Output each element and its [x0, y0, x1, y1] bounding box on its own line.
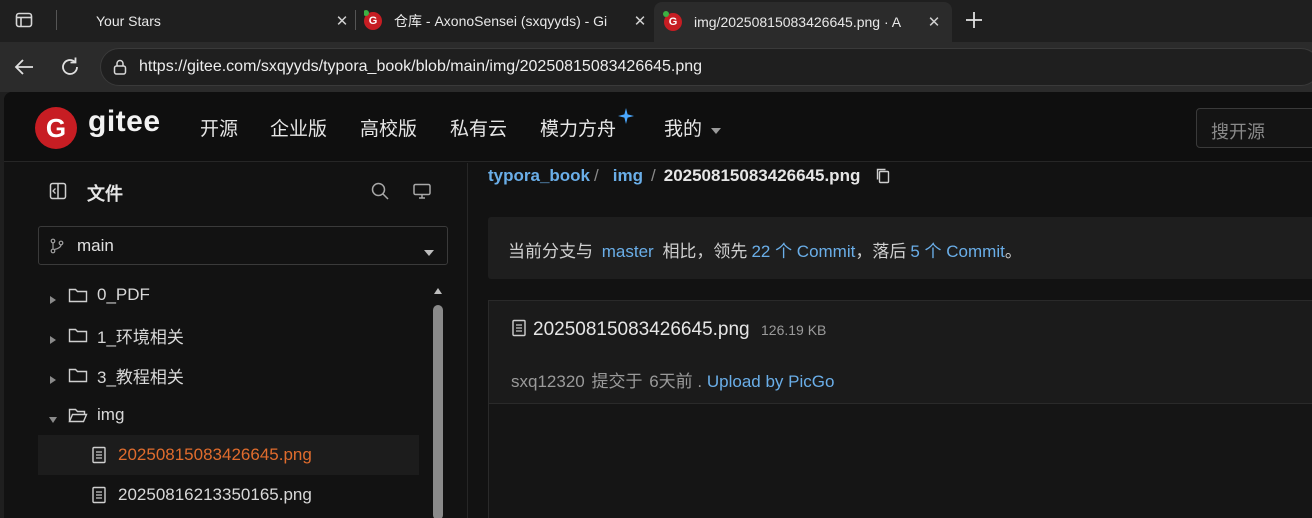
gitee-favicon-icon: G	[364, 10, 382, 30]
breadcrumb-sep: /	[594, 166, 599, 185]
tab-actions-icon[interactable]	[14, 10, 34, 30]
notice-ahead-link[interactable]: 22 个 Commit	[751, 242, 855, 261]
file-sidebar: 文件 main 0_PDF 1_环境相关 3_教程相关 img 20250815…	[4, 163, 468, 518]
branch-compare-notice: 当前分支与 master 相比，领先 22 个 Commit，落后 5 个 Comm…	[488, 217, 1312, 279]
browser-tab-strip: Your Stars ✕ G 仓库 - AxonoSensei (sxqyyds…	[0, 0, 1312, 42]
chevron-right-icon[interactable]	[48, 290, 58, 304]
breadcrumb-file: 20250815083426645.png	[663, 166, 861, 185]
back-icon[interactable]	[12, 55, 36, 79]
search-icon[interactable]	[370, 181, 390, 201]
chevron-down-icon[interactable]	[48, 410, 58, 423]
tree-folder-open[interactable]: img	[38, 395, 419, 435]
chevron-right-icon[interactable]	[48, 370, 58, 384]
tree-label: 0_PDF	[97, 285, 150, 304]
tab-your-stars[interactable]: Your Stars ✕	[60, 4, 352, 38]
chevron-down-icon[interactable]	[710, 122, 722, 134]
sidebar-scrollbar[interactable]	[432, 283, 444, 518]
commit-message-link[interactable]: Upload by PicGo	[707, 372, 835, 391]
breadcrumb-dir[interactable]: img	[613, 166, 643, 186]
breadcrumb: typora_book / img / 20250815083426645.pn…	[488, 166, 892, 186]
commit-time: 6天前	[649, 372, 693, 391]
close-icon[interactable]: ✕	[924, 12, 944, 32]
tree-folder[interactable]: 0_PDF	[38, 275, 419, 315]
nav-enterprise[interactable]: 企业版	[270, 114, 327, 141]
file-header: 20250815083426645.png 126.19 KB sxq12320…	[489, 301, 1312, 404]
notice-mid1: 相比，领先	[662, 242, 748, 261]
nav-moark[interactable]: 模力方舟	[540, 114, 616, 141]
branch-icon	[49, 238, 65, 254]
tab-active-file[interactable]: G img/20250815083426645.png · A ✕	[654, 2, 952, 42]
folder-icon	[68, 326, 88, 344]
nav-mine[interactable]: 我的	[664, 114, 702, 141]
file-viewer: 20250815083426645.png 126.19 KB sxq12320…	[488, 300, 1312, 518]
file-icon	[511, 319, 527, 337]
breadcrumb-sep: /	[651, 166, 656, 185]
reload-icon[interactable]	[58, 55, 82, 79]
notice-prefix: 当前分支与	[508, 242, 593, 261]
new-tab-icon[interactable]	[962, 8, 986, 32]
tab-repo[interactable]: G 仓库 - AxonoSensei (sxqyyds) - Gi ✕	[364, 4, 650, 38]
gitee-logo-icon[interactable]: G	[35, 107, 77, 149]
branch-select[interactable]: main	[38, 226, 448, 265]
tree-file-selected[interactable]: 20250815083426645.png	[38, 435, 419, 475]
chevron-down-icon	[423, 242, 435, 256]
tree-label: 1_环境相关	[97, 327, 184, 347]
commit-dot: .	[697, 372, 703, 391]
gitee-page: G gitee 开源 企业版 高校版 私有云 模力方舟 我的 搜开源 文件 ma…	[4, 92, 1312, 518]
lock-icon[interactable]	[111, 58, 129, 76]
folder-icon	[68, 366, 88, 384]
scrollbar-thumb[interactable]	[433, 305, 443, 518]
gitee-navbar: G gitee 开源 企业版 高校版 私有云 模力方舟 我的 搜开源	[4, 92, 1312, 162]
tree-label: 20250816213350165.png	[118, 485, 312, 504]
tree-label: 20250815083426645.png	[118, 445, 312, 464]
url-text: https://gitee.com/sxqyyds/typora_book/bl…	[139, 58, 703, 75]
tab-title: 仓库 - AxonoSensei (sxqyyds) - Gi	[394, 13, 608, 29]
browser-toolbar: https://gitee.com/sxqyyds/typora_book/bl…	[0, 42, 1312, 92]
notice-branch-link[interactable]: master	[602, 242, 654, 261]
nav-education[interactable]: 高校版	[360, 114, 417, 141]
commit-action: 提交于	[591, 372, 643, 391]
github-favicon-icon	[60, 12, 78, 30]
nav-open-source[interactable]: 开源	[200, 114, 238, 141]
nav-private-cloud[interactable]: 私有云	[450, 114, 507, 141]
gitee-favicon-icon: G	[663, 11, 682, 31]
sidebar-title: 文件	[87, 184, 123, 204]
tree-label: img	[97, 405, 125, 424]
file-name: 20250815083426645.png	[533, 319, 750, 340]
branch-name: main	[77, 235, 114, 255]
monitor-icon[interactable]	[412, 181, 432, 201]
notice-suffix: 。	[1004, 242, 1022, 261]
scroll-up-icon[interactable]	[433, 283, 443, 294]
close-icon[interactable]: ✕	[630, 11, 650, 31]
tree-file[interactable]: 20250816213350165.png	[38, 475, 419, 515]
breadcrumb-repo[interactable]: typora_book	[488, 166, 590, 186]
close-icon[interactable]: ✕	[332, 11, 352, 31]
collapse-sidebar-icon[interactable]	[48, 181, 68, 201]
tree-folder[interactable]: 1_环境相关	[38, 315, 419, 355]
commit-info: sxq12320 提交于 6天前 . Upload by PicGo	[511, 367, 834, 392]
commit-author[interactable]: sxq12320	[511, 372, 585, 391]
file-icon	[91, 446, 107, 464]
tab-title: img/20250815083426645.png · A	[694, 14, 902, 30]
folder-open-icon	[68, 406, 88, 424]
address-bar[interactable]: https://gitee.com/sxqyyds/typora_book/bl…	[100, 48, 1312, 86]
tab-title: Your Stars	[96, 13, 161, 29]
file-icon	[91, 486, 107, 504]
folder-icon	[68, 286, 88, 304]
gitee-logo-text[interactable]: gitee	[88, 105, 161, 139]
tree-folder[interactable]: 3_教程相关	[38, 355, 419, 395]
sparkle-icon	[618, 108, 634, 124]
notice-mid2: ，落后	[855, 242, 907, 261]
tree-label: 3_教程相关	[97, 367, 184, 387]
search-input[interactable]: 搜开源	[1196, 108, 1312, 148]
copy-icon[interactable]	[874, 167, 892, 185]
file-size: 126.19 KB	[761, 322, 827, 338]
notice-behind-link[interactable]: 5 个 Commit	[910, 242, 1004, 261]
chevron-right-icon[interactable]	[48, 330, 58, 344]
